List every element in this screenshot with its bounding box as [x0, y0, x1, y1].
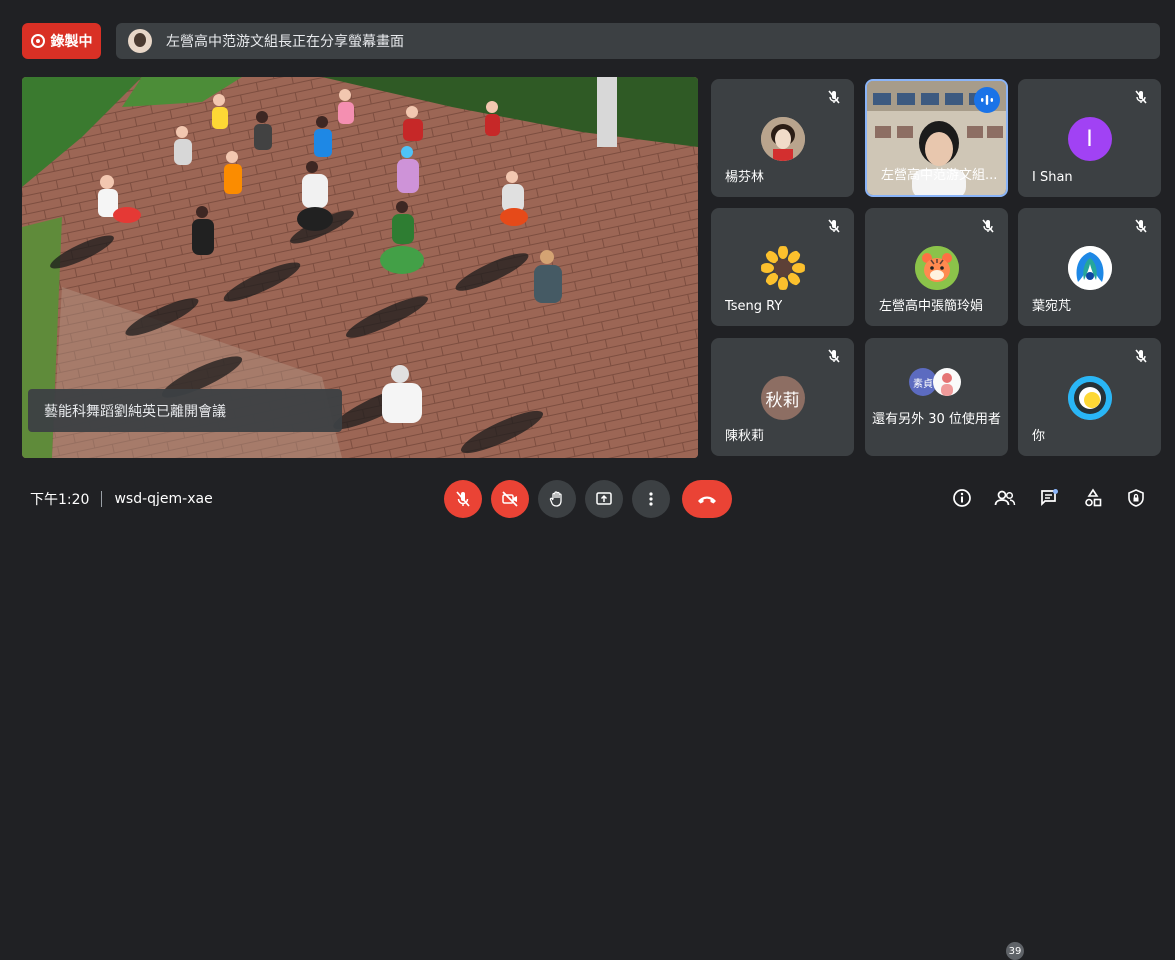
mic-off-icon [1135, 219, 1147, 233]
info-icon [953, 489, 971, 507]
participant-tile[interactable]: 葉宛芃 [1018, 208, 1161, 326]
recording-button[interactable]: 錄製中 [22, 23, 101, 59]
participant-name: 左營高中范游文組... [881, 168, 998, 183]
raise-hand-button[interactable] [538, 480, 576, 518]
hang-up-icon [698, 496, 716, 504]
mic-off-icon [982, 219, 994, 233]
screen-share-text: 左營高中范游文組長正在分享螢幕畫面 [166, 34, 404, 50]
more-vert-icon [649, 492, 653, 506]
bottom-control-bar: 下午1:20 wsd-qjem-xae 39 [0, 470, 1175, 960]
mic-off-icon [1135, 90, 1147, 104]
presenter-avatar [128, 29, 152, 53]
record-icon [30, 34, 45, 48]
participant-name: Tseng RY [725, 299, 783, 314]
participant-tile[interactable]: I I Shan [1018, 79, 1161, 197]
speaking-indicator-icon [974, 87, 1000, 113]
mic-off-icon [456, 491, 470, 507]
self-tile[interactable]: 你 [1018, 338, 1161, 456]
meeting-info-button[interactable] [950, 486, 974, 510]
group-avatars: 素貞 [909, 368, 965, 396]
participant-name: I Shan [1032, 170, 1073, 185]
participant-avatar: I [1067, 117, 1112, 161]
divider [101, 491, 103, 507]
participant-name: 陳秋莉 [725, 429, 765, 444]
sunflower-icon [760, 246, 805, 290]
present-icon [596, 492, 612, 505]
participant-name: 你 [1032, 429, 1046, 444]
hand-icon [549, 491, 562, 507]
leave-call-button[interactable] [682, 480, 732, 518]
shield-lock-icon [1128, 489, 1144, 507]
more-participants-label: 還有另外 30 位使用者 [872, 412, 1001, 427]
mic-off-icon [828, 219, 840, 233]
meeting-details: 下午1:20 wsd-qjem-xae [30, 489, 213, 509]
mic-toggle-button[interactable] [444, 480, 482, 518]
participant-tile-presenter[interactable]: 左營高中范游文組... [865, 79, 1008, 197]
participant-name: 楊芬林 [725, 170, 765, 185]
people-icon [994, 490, 1016, 506]
participant-name: 葉宛芃 [1032, 299, 1072, 314]
participant-avatar [933, 368, 961, 396]
mic-off-icon [1135, 349, 1147, 363]
tiger-icon [914, 246, 959, 290]
shapes-icon [1085, 488, 1102, 507]
participant-tile[interactable]: 楊芬林 [711, 79, 854, 197]
mic-off-icon [828, 90, 840, 104]
host-controls-button[interactable] [1124, 486, 1148, 510]
participant-left-toast: 藝能科舞蹈劉純英已離開會議 [28, 389, 342, 432]
top-bar: 錄製中 左營高中范游文組長正在分享螢幕畫面 [0, 0, 1175, 72]
participant-tile[interactable]: 左營高中張簡玲娟 [865, 208, 1008, 326]
participant-tile[interactable]: 秋莉 陳秋莉 [711, 338, 854, 456]
participant-avatar [760, 117, 805, 161]
people-count-badge: 39 [1006, 942, 1024, 960]
participant-avatar: 秋莉 [760, 376, 805, 420]
activities-button[interactable] [1081, 486, 1105, 510]
people-button[interactable] [993, 486, 1017, 510]
chat-button[interactable] [1037, 486, 1061, 510]
current-time: 下午1:20 [30, 492, 90, 508]
camera-toggle-button[interactable] [491, 480, 529, 518]
mic-off-icon [828, 349, 840, 363]
participant-tile[interactable]: Tseng RY [711, 208, 854, 326]
more-options-button[interactable] [632, 480, 670, 518]
participant-name: 左營高中張簡玲娟 [879, 299, 984, 314]
more-participants-tile[interactable]: 素貞 還有另外 30 位使用者 [865, 338, 1008, 456]
meeting-code: wsd-qjem-xae [114, 491, 213, 507]
recording-label: 錄製中 [50, 34, 93, 50]
peacock-icon [1067, 246, 1112, 290]
ring-icon [1067, 376, 1112, 420]
present-screen-button[interactable] [585, 480, 623, 518]
toast-text: 藝能科舞蹈劉純英已離開會議 [44, 403, 226, 420]
chat-icon [1041, 489, 1058, 507]
screen-share-banner: 左營高中范游文組長正在分享螢幕畫面 [116, 23, 1160, 59]
camera-off-icon [502, 491, 518, 507]
